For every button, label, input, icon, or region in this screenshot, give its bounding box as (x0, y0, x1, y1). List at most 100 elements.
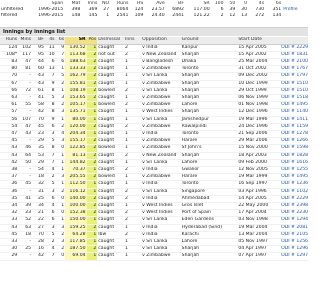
table-cell: 112.50 (65, 180, 87, 189)
column-header[interactable]: Ground (180, 37, 238, 45)
table-cell: 3 (55, 108, 66, 117)
match-link[interactable]: ODI # 1411 (280, 116, 308, 124)
table-cell: v Zimbabwe (141, 101, 181, 110)
table-cell: 3 (55, 224, 66, 232)
table-cell: 09 Feb 2000 (237, 159, 281, 167)
match-link[interactable]: ODI # 1518 (280, 94, 308, 103)
summary-cell: 24.40 (151, 13, 165, 19)
table-cell: 45 (0, 231, 19, 239)
table-cell: 81.13 (65, 152, 87, 160)
match-link[interactable]: ODI # 1294 (280, 216, 308, 225)
column-header[interactable]: Pos (86, 37, 98, 45)
table-cell: Sharjah (180, 108, 238, 117)
table-cell: 5 (44, 137, 56, 146)
match-link[interactable]: ODI # 1159 (280, 123, 308, 131)
table-cell: lbw (97, 231, 124, 239)
column-header[interactable]: Inns (124, 37, 135, 45)
match-link[interactable]: ODI # 2229 (280, 44, 308, 52)
column-header[interactable]: Dismissal (97, 37, 124, 45)
table-cell: 15 Nov 2000 (237, 144, 281, 153)
table-cell: - (18, 94, 33, 103)
table-cell: 32 (32, 180, 45, 189)
match-link[interactable]: ODI # 2229 (280, 195, 308, 203)
table-cell: 01 Nov 1998 (237, 101, 281, 110)
summary-cell: 2 (220, 13, 224, 19)
table-cell: 46 (18, 144, 33, 153)
table-row: 47 43 23 3 4 204.34 1 caught 1 v India Toronto 21 S… (0, 130, 308, 139)
match-link[interactable]: ODI # 2081 (280, 224, 308, 232)
match-link[interactable]: ODI # 1255 (280, 166, 308, 175)
match-link[interactable]: ODI # 1495 (280, 101, 308, 110)
table-cell: 39 (18, 202, 33, 211)
match-link[interactable]: ODI # 2100 (280, 58, 308, 67)
table-cell: - (18, 252, 33, 261)
match-link[interactable]: ODI # 1236 (280, 180, 308, 189)
match-link[interactable]: ODI # 1296 (280, 245, 308, 254)
match-link[interactable]: ODI # 1598 (280, 144, 308, 153)
table-cell: 1 (124, 173, 135, 182)
match-link[interactable]: ODI # 1266 (280, 137, 308, 146)
table-cell: 107 (18, 116, 33, 124)
table-cell: 4 (55, 130, 66, 139)
table-row: 30 25 16 4 2 187.50 2 caught 1 v Sri Lanka Sharjah… (0, 245, 308, 254)
match-link[interactable]: ODI # 2230 (280, 209, 308, 218)
table-cell: 10 Dec 1999 (237, 80, 281, 88)
table-cell: caught (97, 202, 124, 211)
match-link[interactable]: ODI # 1140 (280, 108, 308, 117)
table-cell: 2 (44, 173, 56, 182)
column-header[interactable]: 4s (44, 37, 56, 45)
table-cell: 188.63 (65, 58, 87, 67)
table-cell: 2 (124, 209, 135, 218)
match-link[interactable]: ODI # 1297 (280, 252, 308, 261)
table-cell: 1 (86, 188, 98, 196)
table-cell: 204.34 (65, 130, 87, 139)
table-cell: 1 (124, 94, 135, 103)
column-header[interactable]: Runs (0, 37, 19, 45)
table-cell: 1 (86, 166, 98, 175)
table-cell: 1 (86, 130, 98, 139)
column-header[interactable]: Mins (18, 37, 33, 45)
match-link[interactable]: ODI # 1510 (280, 87, 308, 95)
summary-cell: 12 (229, 13, 236, 19)
summary-cell: 1996-2015 (38, 13, 64, 19)
match-link[interactable]: ODI # 1616 (280, 159, 308, 167)
table-cell: v Bangladesh (141, 58, 181, 67)
match-link[interactable]: ODI # 2105 (280, 231, 308, 239)
table-cell: 70.37 (65, 166, 87, 175)
table-cell: 37 (0, 173, 19, 182)
match-link[interactable]: ODI # 2398 (280, 202, 308, 211)
table-cell: 80.00 (65, 116, 87, 124)
match-link[interactable]: ODI # 1831 (280, 51, 308, 59)
table-cell: Hyderabad (Sind) (180, 224, 238, 232)
table-cell: 116.12 (65, 188, 87, 196)
table-cell: 5 (55, 72, 66, 81)
match-link[interactable]: ODI # 1278 (280, 130, 308, 139)
table-cell: 34 (32, 202, 45, 211)
column-header[interactable]: Opposition (141, 37, 181, 45)
column-header[interactable]: Start Date (237, 37, 281, 45)
table-row: 42 50 29 7 1 144.82 2 caught 1 v Sri Lanka Lahore 0… (0, 159, 308, 167)
match-link[interactable]: ODI # 1102 (280, 188, 308, 196)
match-link[interactable]: ODI # 1495 (280, 173, 308, 182)
column-header[interactable]: BF (32, 37, 45, 45)
column-header[interactable]: 6s (55, 37, 66, 45)
column-header[interactable]: SR (65, 37, 87, 45)
table-cell: 03 Apr 1996 (237, 188, 281, 196)
table-cell: 2 (55, 123, 66, 131)
table-cell: caught (97, 195, 124, 203)
table-cell: 2 (86, 72, 98, 81)
table-cell: 2 (124, 152, 135, 160)
table-cell: 67 (0, 80, 19, 88)
table-cell: 133.33 (65, 65, 87, 74)
summary-cell: 109 (134, 13, 144, 19)
table-cell: 50 (18, 159, 33, 167)
match-link[interactable]: ODI # 1828 (280, 152, 308, 160)
table-cell: 22 (32, 216, 45, 225)
table-row: 54 47 45 6 2 120.00 2 caught 2 v Zimbabwe Rawalpin… (0, 123, 308, 131)
match-link[interactable]: ODI # 1510 (280, 80, 308, 88)
table-cell: 17 Apr 2004 (237, 209, 281, 218)
match-link[interactable]: ODI # 1797 (280, 72, 308, 81)
match-link[interactable]: ODI # 1767 (280, 65, 308, 74)
table-cell: caught (97, 188, 124, 196)
match-link[interactable]: ODI # 1256 (280, 238, 308, 247)
